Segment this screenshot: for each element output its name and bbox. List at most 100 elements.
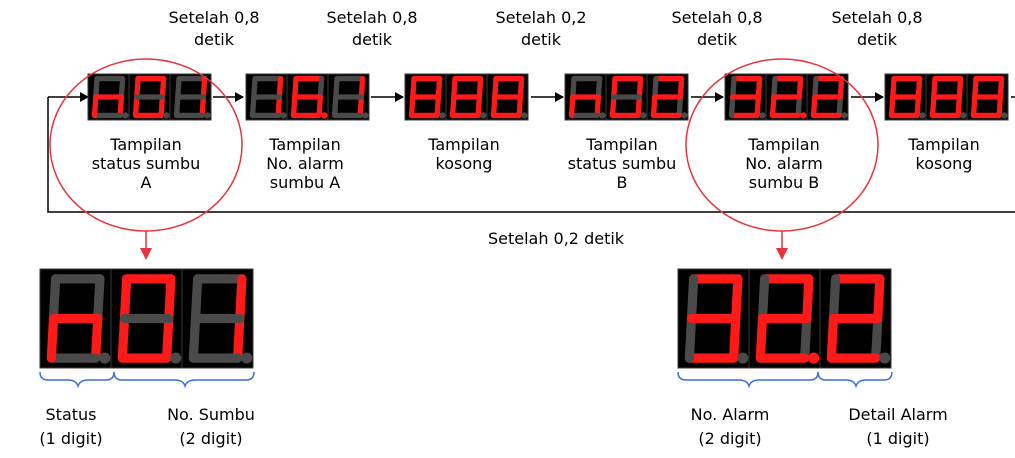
brace-alarm-detail-digit [817,371,893,389]
timing-label-5-line1: Setelah 0,8 [831,8,923,27]
detail-right-display-digit-3-segment-c [871,313,883,363]
stage-caption-5-line3: sumbu B [748,173,820,192]
stage-2-display-digit-2-segment-e [290,94,298,119]
stage-3-display-digit-1-segment-b [435,75,443,100]
stage-3-display-digit-1-segment-f [410,75,417,100]
detail-left-display-digit-3-segment-c [233,313,245,363]
stage-5-display-digit-1-segment-f [730,75,737,100]
stage-2-display-digit-2-segment-b [317,75,325,100]
stage-caption-2-line3: sumbu A [269,173,341,192]
stage-6-display-digit-3-segment-f [972,75,979,100]
stage-caption-5: Tampilan No. alarm sumbu B [745,135,823,192]
timing-label-1-line2: detik [194,30,234,49]
stage-2-display-digit-2-segment-f [292,75,299,100]
stage-5-display-digit-3-segment-c [836,94,844,119]
timing-label-1: Setelah 0,8 detik [168,8,259,49]
detail-right-display-digit-2-segment-e [755,313,768,363]
stage-1-display-digit-1-segment-f [93,75,100,100]
stage-5-display-digit-1-segment-c [754,94,762,119]
stage-caption-4-line3: B [616,173,628,192]
stage-4-display-digit-3-segment-c [676,94,684,119]
detail-right-display-digit-3-segment-b [873,274,885,324]
stage-1-display-digit-1-segment-b [118,75,126,100]
timing-label-2: Setelah 0,8 detik [326,8,417,49]
stage-1-display-digit-2-dot [163,112,170,119]
stage-6-display-digit-3-segment-e [970,94,978,119]
detail-right-display [677,268,892,369]
stage-6-display-digit-3-segment-b [997,75,1005,100]
stage-6-display-digit-2-segment-e [929,94,937,119]
stage-1-display-digit-3-segment-b [200,75,208,100]
stage-6-display-digit-1-segment-e [888,94,896,119]
stage-5-display-digit-2-segment-e [769,94,777,119]
stage-2-display-digit-1-segment-e [249,94,257,119]
group-label-alarm-number-line2: (2 digit) [698,429,762,448]
detail-right-display-digit-1-segment-c [729,313,741,363]
detail-right-display-digit-1-segment-f [686,274,699,324]
stage-6-display-digit-1-segment-f [890,75,897,100]
stage-1-display-digit-2-segment-b [159,75,167,100]
detail-left-display-digit-2-segment-b [164,274,176,324]
stage-6-display-digit-2-segment-c [955,94,963,119]
brace-axis-number-digits [113,371,255,389]
stage-2-display-digit-3-segment-c [357,94,365,119]
loop-back-label: Setelah 0,2 detik [487,229,625,248]
detail-left-display-digit-2-segment-f [119,274,132,324]
stage-1-display-digit-2-segment-f [134,75,141,100]
detail-right-display-digit-1-segment-e [684,313,697,363]
stage-caption-1-line2: status sumbu [91,154,201,173]
stage-4-display-digit-2-segment-e [609,94,617,119]
timing-label-5-line2: detik [857,30,897,49]
stage-caption-4-line2: status sumbu [567,154,677,173]
stage-caption-5-line1: Tampilan [748,135,820,154]
stage-4-display-digit-3-segment-b [677,75,685,100]
stage-1-display-digit-1-segment-e [91,94,99,119]
stage-caption-2-line2: No. alarm [266,154,344,173]
detail-left-display [39,268,254,369]
stage-caption-1: Tampilan status sumbu A [92,135,201,192]
stage-2-display-digit-2-segment-c [316,94,324,119]
stage-6-display-digit-3-dot [1001,112,1008,119]
stage-4-display-digit-1-segment-b [595,75,603,100]
stage-4-display-digit-2-segment-f [611,75,618,100]
detail-left-display-digit-1-segment-c [91,313,103,363]
stage-5-display-digit-3-segment-f [812,75,819,100]
group-label-status: Status (1 digit) [39,403,102,451]
detail-right-display-digit-2-segment-c [800,313,812,363]
stage-caption-2-line1: Tampilan [269,135,341,154]
stage-4-display-digit-1-dot [599,112,606,119]
stage-caption-1-line3: A [140,173,152,192]
stage-3-display-digit-2-segment-e [449,94,457,119]
timing-label-4-line1: Setelah 0,8 [671,8,763,27]
brace-alarm-number-digits [677,371,819,389]
stage-1-display-digit-3-dot [204,112,211,119]
group-label-status-line1: Status [45,405,97,424]
stage-3-display-digit-3-segment-c [516,94,524,119]
detail-right-display-digit-3-segment-e [826,313,839,363]
stage-4-display-digit-3-dot [681,112,688,119]
stage-2-display-digit-1-segment-f [251,75,258,100]
detail-left-display-digit-2-segment-e [117,313,130,363]
detail-left-display-digit-1-segment-f [48,274,61,324]
stage-5-display-digit-3-dot [841,112,848,119]
stage-5-display-digit-3-segment-e [810,94,818,119]
stage-2-display-digit-3-segment-f [333,75,340,100]
detail-right-display-digit-3-segment-f [828,274,841,324]
detail-left-display-digit-1-segment-b [93,274,105,324]
detail-left-display-digit-3-segment-b [235,274,247,324]
stage-caption-4-line1: Tampilan [586,135,658,154]
stage-2-display-digit-3-segment-b [358,75,366,100]
timing-label-1-line1: Setelah 0,8 [168,8,260,27]
stage-5-display-digit-3-segment-b [837,75,845,100]
stage-3-display-digit-2-segment-f [451,75,458,100]
stage-caption-3-line1: Tampilan [428,135,500,154]
stage-3-display-digit-1-segment-c [434,94,442,119]
timing-label-4-line2: detik [697,30,737,49]
stage-3-display-digit-3-segment-f [492,75,499,100]
stage-1-display-digit-1-dot [122,112,129,119]
stage-2-display-digit-1-segment-c [275,94,283,119]
timing-label-5: Setelah 0,8 detik [831,8,922,49]
timing-label-3-line2: detik [521,30,561,49]
stage-1-display [87,73,212,121]
stage-4-display-digit-1-segment-c [594,94,602,119]
